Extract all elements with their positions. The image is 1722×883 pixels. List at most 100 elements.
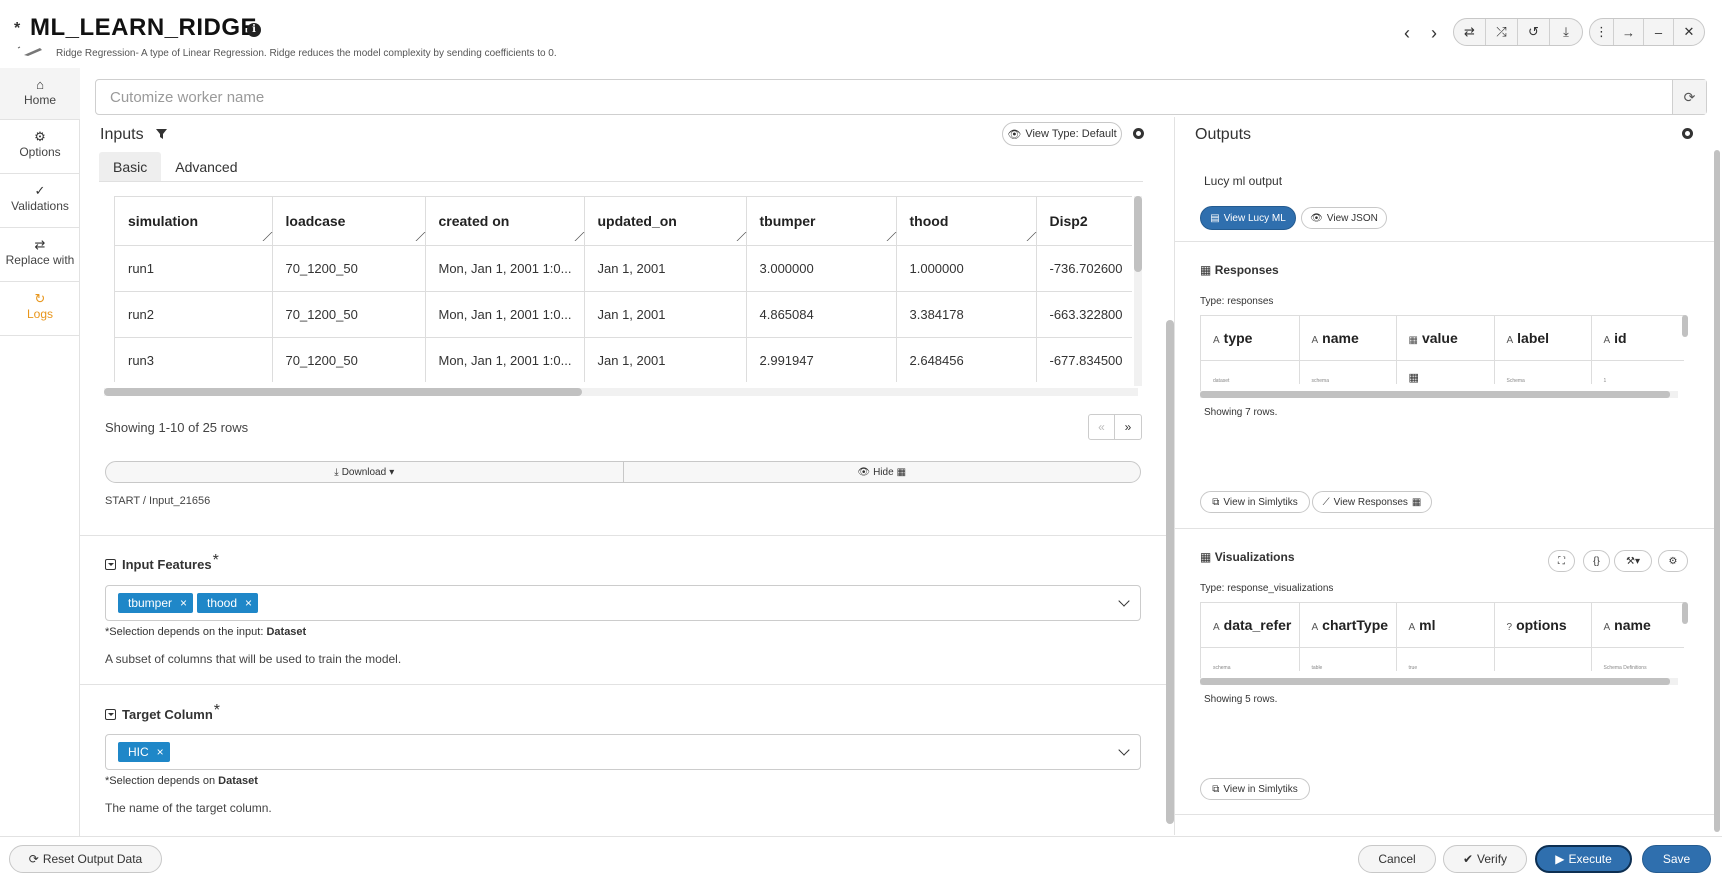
execute-button[interactable]: ▶ Execute <box>1535 845 1632 873</box>
visualizations-vertical-scrollbar[interactable] <box>1682 602 1688 624</box>
chip-hic[interactable]: HIC × <box>118 742 170 762</box>
sidebar-item-logs[interactable]: ↻ Logs <box>0 282 80 336</box>
column-header[interactable]: Aname <box>1299 316 1397 361</box>
table-row[interactable]: run3 70_1200_50 Mon, Jan 1, 2001 1:0... … <box>115 337 1132 382</box>
column-header[interactable]: AchartType <box>1299 603 1397 648</box>
chip-tbumper[interactable]: tbumper × <box>118 593 194 613</box>
resize-handle-icon[interactable] <box>566 231 584 241</box>
table-cell: Schema <box>1494 360 1592 384</box>
column-header[interactable]: updated_on <box>584 197 747 246</box>
more-vertical-icon[interactable]: ⋮ <box>1590 19 1614 45</box>
sidebar-item-replace-with[interactable]: ⇄ Replace with <box>0 228 80 282</box>
column-header[interactable]: thood <box>896 197 1037 246</box>
collapse-icon[interactable] <box>105 709 116 720</box>
close-icon[interactable]: ✕ <box>1674 19 1704 45</box>
input-features-heading[interactable]: Input Features * <box>105 552 219 572</box>
column-header[interactable]: ▦ value <box>1396 316 1495 361</box>
view-in-simlytiks-button[interactable]: ⧉ View in Simlytiks <box>1200 491 1310 513</box>
collapse-icon[interactable] <box>105 559 116 570</box>
worker-name-input[interactable] <box>96 80 1676 114</box>
record-icon[interactable] <box>1682 128 1693 139</box>
resize-handle-icon[interactable] <box>728 231 746 241</box>
target-column-select[interactable]: HIC × <box>105 734 1141 770</box>
scrollbar-thumb[interactable] <box>1200 391 1670 398</box>
tools-dropdown-icon[interactable]: ⚒▾ <box>1614 550 1652 572</box>
column-header[interactable]: ? options <box>1494 603 1592 648</box>
view-responses-button[interactable]: ⟋ View Responses ▦ <box>1312 491 1432 513</box>
table-cell: Mon, Jan 1, 2001 1:0... <box>425 245 585 292</box>
table-cell: 70_1200_50 <box>272 245 426 292</box>
undo-icon[interactable]: ↺ <box>1518 19 1550 45</box>
download-button[interactable]: ⤓ Download ▾ <box>106 462 624 482</box>
resize-handle-icon[interactable] <box>407 231 425 241</box>
sidebar-item-options[interactable]: ⚙ Options <box>0 120 80 174</box>
view-json-button[interactable]: 👁 View JSON <box>1301 207 1387 229</box>
next-arrow-icon[interactable]: › <box>1423 22 1445 44</box>
responses-title: Responses <box>1214 263 1279 277</box>
previous-page-button[interactable]: « <box>1089 415 1115 439</box>
column-header[interactable]: Aname <box>1591 603 1684 648</box>
responses-horizontal-scrollbar[interactable] <box>1200 391 1678 398</box>
refresh-icon[interactable]: ⟳ <box>1672 80 1706 114</box>
shuffle-icon[interactable]: ⤮ <box>1486 19 1518 45</box>
input-features-select[interactable]: tbumper × thood × <box>105 585 1141 621</box>
fullscreen-icon[interactable]: ⛶ <box>1548 550 1575 572</box>
outputs-scrollbar[interactable] <box>1714 150 1720 832</box>
table-row[interactable]: schema table true Schema Definitions <box>1201 647 1684 671</box>
column-header[interactable]: created on <box>425 197 585 246</box>
cancel-button[interactable]: Cancel <box>1358 845 1436 873</box>
column-header[interactable]: simulation <box>115 197 273 246</box>
column-header[interactable]: Aid <box>1591 316 1684 361</box>
column-header[interactable]: Atype <box>1201 316 1300 361</box>
code-icon[interactable]: {} <box>1583 550 1610 572</box>
column-header[interactable]: loadcase <box>272 197 426 246</box>
save-button[interactable]: Save <box>1642 845 1711 873</box>
scrollbar-thumb[interactable] <box>104 388 582 396</box>
filter-icon[interactable] <box>156 129 167 140</box>
table-vertical-scrollbar[interactable] <box>1134 196 1142 386</box>
download-icon[interactable]: ⤓ <box>1550 19 1582 45</box>
hide-button[interactable]: 👁 Hide ▦ <box>624 462 1141 482</box>
reset-output-button[interactable]: ⟳ Reset Output Data <box>9 845 162 873</box>
table-row[interactable]: dataset schema ▦ Schema 1 <box>1201 360 1684 384</box>
column-header[interactable]: Alabel <box>1494 316 1592 361</box>
tab-advanced[interactable]: Advanced <box>161 152 251 182</box>
next-page-button[interactable]: » <box>1115 415 1141 439</box>
resize-handle-icon[interactable] <box>254 231 272 241</box>
column-header[interactable]: Aml <box>1396 603 1495 648</box>
target-column-heading[interactable]: Target Column * <box>105 702 220 722</box>
view-lucy-ml-button[interactable]: ▤ View Lucy ML <box>1200 206 1296 230</box>
resize-handle-icon[interactable] <box>878 231 896 241</box>
remove-chip-icon[interactable]: × <box>180 596 187 610</box>
scrollbar-thumb[interactable] <box>1200 678 1670 685</box>
responses-vertical-scrollbar[interactable] <box>1682 315 1688 337</box>
chevron-down-icon[interactable] <box>1118 744 1130 756</box>
resize-handle-icon[interactable] <box>1018 231 1036 241</box>
gear-icon[interactable]: ⚙ <box>1658 550 1688 572</box>
arrow-right-icon[interactable]: → <box>1614 19 1644 45</box>
inputs-scrollbar[interactable] <box>1166 320 1174 824</box>
verify-button[interactable]: ✔ Verify <box>1443 845 1527 873</box>
info-icon[interactable]: i <box>247 23 261 37</box>
sidebar-item-validations[interactable]: ✓ Validations <box>0 174 80 228</box>
minimize-icon[interactable]: – <box>1644 19 1674 45</box>
table-row[interactable]: run1 70_1200_50 Mon, Jan 1, 2001 1:0... … <box>115 245 1132 292</box>
sidebar-item-home[interactable]: ⌂ Home <box>0 68 80 120</box>
table-row[interactable]: run2 70_1200_50 Mon, Jan 1, 2001 1:0... … <box>115 291 1132 338</box>
visualizations-horizontal-scrollbar[interactable] <box>1200 678 1678 685</box>
view-type-button[interactable]: 👁 View Type: Default <box>1002 122 1122 146</box>
column-header[interactable]: Adata_refer <box>1201 603 1300 648</box>
previous-arrow-icon[interactable]: ‹ <box>1396 22 1418 44</box>
record-icon[interactable] <box>1133 128 1144 139</box>
table-horizontal-scrollbar[interactable] <box>104 388 1138 396</box>
tab-basic[interactable]: Basic <box>99 152 162 182</box>
chevron-down-icon[interactable] <box>1118 595 1130 607</box>
remove-chip-icon[interactable]: × <box>245 596 252 610</box>
chip-thood[interactable]: thood × <box>197 593 259 613</box>
column-header[interactable]: Disp2 <box>1036 197 1132 246</box>
scrollbar-thumb[interactable] <box>1134 196 1142 272</box>
swap-icon[interactable]: ⇄ <box>1454 19 1486 45</box>
remove-chip-icon[interactable]: × <box>157 745 164 759</box>
column-header[interactable]: tbumper <box>746 197 897 246</box>
view-in-simlytiks-button[interactable]: ⧉ View in Simlytiks <box>1200 778 1310 800</box>
